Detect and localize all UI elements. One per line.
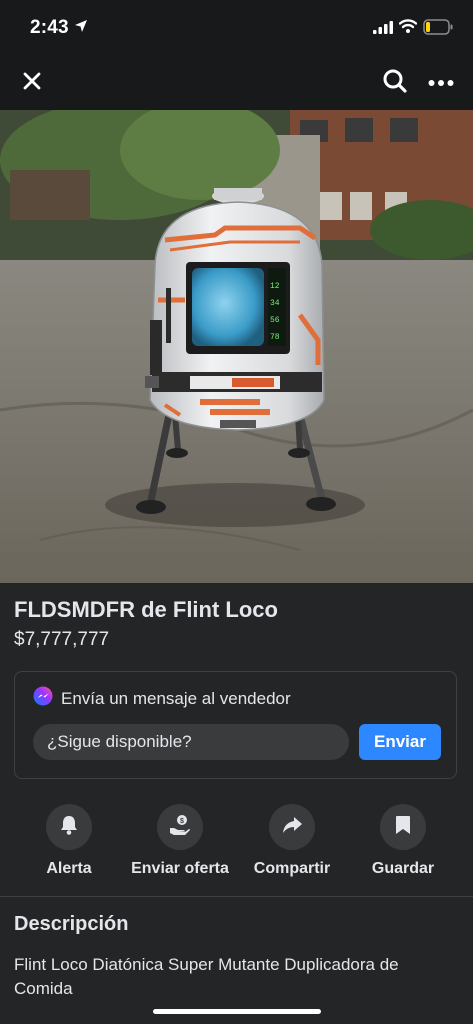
svg-text:34: 34 [270,299,280,308]
send-offer-action[interactable]: $ Enviar oferta [124,804,236,878]
alert-button-circle[interactable] [46,804,92,850]
action-bar: Alerta $ Enviar oferta Compartir Guardar [0,804,473,880]
search-button[interactable] [378,66,412,100]
alert-action[interactable]: Alerta [13,804,125,878]
message-seller-label: Envía un mensaje al vendedor [61,688,291,708]
message-seller-header: Envía un mensaje al vendedor [33,686,291,711]
save-label: Guardar [371,860,435,877]
battery-icon [423,19,453,40]
share-icon [281,814,303,841]
location-arrow-icon [74,19,88,38]
status-bar: 2:43 [0,0,473,56]
messenger-icon [33,686,53,711]
description-heading: Descripción [14,913,129,935]
save-action[interactable]: Guardar [347,804,459,878]
alert-label: Alerta [46,860,92,877]
more-icon [428,74,454,92]
save-button-circle[interactable] [380,804,426,850]
top-nav-bar [0,56,473,110]
send-offer-label: Enviar oferta [131,860,229,877]
cellular-signal-icon [373,21,393,39]
home-indicator[interactable] [153,1009,321,1014]
close-icon [22,71,42,96]
description-text: Flint Loco Diatónica Super Mutante Dupli… [14,955,399,998]
svg-text:78: 78 [270,333,280,342]
close-button[interactable] [15,66,49,100]
message-seller-card: Envía un mensaje al vendedor ¿Sigue disp… [14,671,457,779]
svg-text:12: 12 [270,282,280,291]
listing-photo[interactable]: 12 34 56 78 [0,110,473,583]
svg-text:$: $ [180,818,184,825]
send-button[interactable]: Enviar [359,724,441,760]
robot-food-machine-image: 12 34 56 78 [0,110,473,583]
wifi-icon [398,19,418,38]
share-action[interactable]: Compartir [236,804,348,878]
listing-price: $7,777,777 [14,629,110,650]
share-button-circle[interactable] [269,804,315,850]
search-icon [382,68,408,99]
svg-text:56: 56 [270,316,280,325]
offer-icon: $ [168,813,192,842]
section-divider [0,896,473,897]
status-time: 2:43 [30,17,69,38]
message-input[interactable]: ¿Sigue disponible? [33,724,349,760]
send-offer-button-circle[interactable]: $ [157,804,203,850]
bookmark-icon [394,814,412,841]
more-options-button[interactable] [424,66,458,100]
bell-icon [58,814,80,841]
share-label: Compartir [253,860,331,877]
listing-title: FLDSMDFR de Flint Loco [14,597,278,622]
